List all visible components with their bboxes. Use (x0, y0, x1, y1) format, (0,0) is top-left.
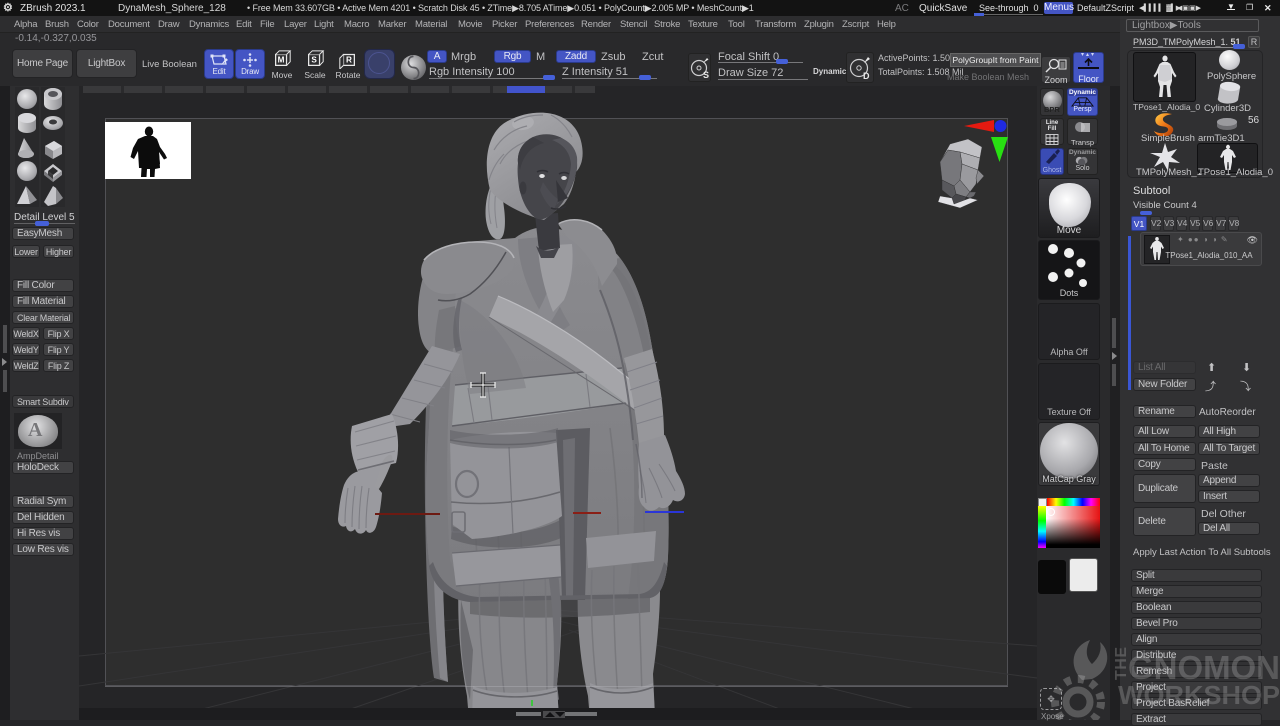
svg-text:M: M (278, 56, 285, 65)
svg-text:S: S (311, 56, 317, 65)
svg-text:S: S (703, 70, 709, 80)
svg-text:R: R (346, 56, 352, 65)
svg-text:D: D (863, 71, 870, 81)
